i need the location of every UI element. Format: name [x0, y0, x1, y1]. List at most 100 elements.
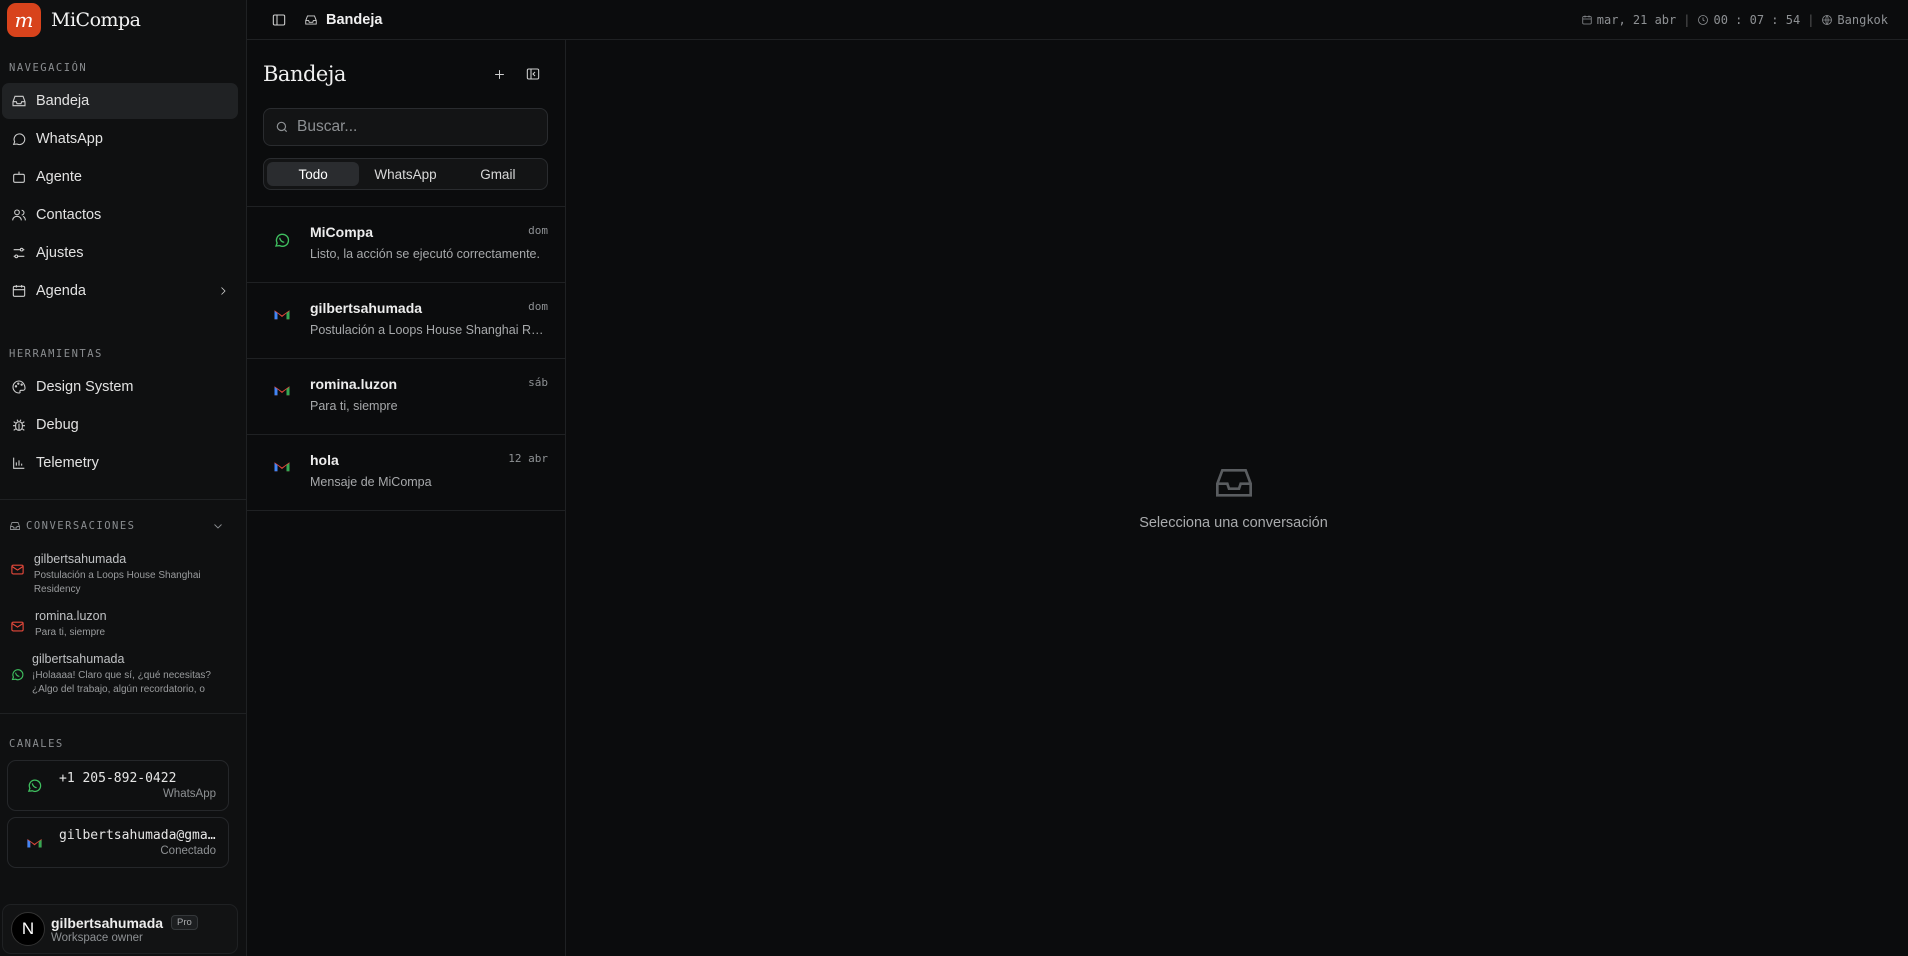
filter-tabs: Todo WhatsApp Gmail — [263, 158, 548, 190]
tab-todo[interactable]: Todo — [267, 162, 360, 186]
breadcrumb: Bandeja — [326, 11, 383, 28]
conversation-name: romina.luzon — [35, 609, 107, 623]
timezone-readout[interactable]: Bangkok — [1837, 13, 1888, 27]
list-header: Bandeja — [247, 40, 565, 108]
tools-section-label: HERRAMIENTAS — [9, 348, 103, 360]
channel-type: WhatsApp — [162, 788, 216, 800]
user-role: Workspace owner — [51, 931, 143, 944]
gmail-icon — [274, 310, 290, 320]
list-item[interactable]: MiCompa Listo, la acción se ejecutó corr… — [247, 207, 565, 283]
inbox-icon — [10, 522, 20, 530]
message-date: 12 abr — [508, 452, 548, 465]
message-sender: MiCompa — [310, 224, 373, 240]
sidebar-item-label: Telemetry — [36, 455, 99, 471]
sliders-icon — [13, 247, 25, 259]
search-box[interactable] — [263, 108, 548, 146]
whatsapp-icon — [27, 779, 42, 793]
chart-icon — [13, 457, 25, 469]
conversation-preview: ¡Holaaaa! Claro que sí, ¿qué necesitas? … — [32, 670, 211, 695]
message-sender: romina.luzon — [310, 376, 398, 392]
message-preview: Listo, la acción se ejecutó correctament… — [310, 247, 540, 261]
sidebar-item-bandeja[interactable]: Bandeja — [2, 83, 238, 119]
list-item[interactable]: romina.luzon Para ti, siempre sáb — [247, 359, 565, 435]
clock-icon — [1698, 14, 1709, 25]
plus-icon[interactable] — [492, 67, 507, 82]
topbar: Bandeja mar, 21 abr | 00 : 07 : 54 | Ban… — [247, 0, 1908, 40]
list-item[interactable]: gilbertsahumada Postulación a Loops Hous… — [247, 283, 565, 359]
globe-icon — [1822, 14, 1833, 25]
gmail-icon — [27, 838, 42, 848]
conversation-item[interactable]: gilbertsahumada Postulación a Loops Hous… — [0, 546, 246, 603]
status-bar: mar, 21 abr | 00 : 07 : 54 | Bangkok — [1581, 13, 1888, 27]
conversations-section-label: CONVERSACIONES — [26, 520, 136, 532]
list-item[interactable]: hola Mensaje de MiCompa 12 abr — [247, 435, 565, 511]
whatsapp-icon — [274, 233, 290, 247]
chevron-right-icon[interactable] — [217, 285, 229, 297]
sidebar-item-design-system[interactable]: Design System — [2, 369, 238, 405]
channel-gmail[interactable]: gilbertsahumada@gma… Conectado — [7, 817, 229, 868]
tab-gmail[interactable]: Gmail — [452, 162, 544, 186]
brand[interactable]: m MiCompa — [0, 0, 246, 40]
brand-name: MiCompa — [51, 9, 141, 31]
sidebar-item-debug[interactable]: Debug — [2, 407, 238, 443]
sidebar: m MiCompa NAVEGACIÓN Bandeja WhatsApp Ag… — [0, 0, 247, 956]
calendar-icon — [1582, 15, 1592, 24]
message-list: MiCompa Listo, la acción se ejecutó corr… — [247, 206, 565, 511]
nav-section-label: NAVEGACIÓN — [9, 62, 88, 74]
sidebar-item-label: Ajustes — [36, 245, 84, 261]
sidebar-item-telemetry[interactable]: Telemetry — [2, 445, 238, 481]
sidebar-item-contactos[interactable]: Contactos — [2, 197, 238, 233]
collapse-panel-icon[interactable] — [525, 66, 541, 82]
logo: m — [7, 3, 41, 37]
gmail-icon — [274, 462, 290, 472]
sidebar-item-label: Agente — [36, 169, 82, 185]
message-date: dom — [528, 224, 548, 237]
conversations-header[interactable]: CONVERSACIONES — [0, 506, 246, 546]
separator: | — [1807, 12, 1815, 27]
mail-icon — [11, 564, 24, 575]
message-date: sáb — [528, 376, 548, 389]
message-preview: Para ti, siempre — [310, 399, 398, 413]
sidebar-item-label: Design System — [36, 379, 134, 395]
tab-whatsapp[interactable]: WhatsApp — [359, 162, 451, 186]
conversation-name: gilbertsahumada — [32, 652, 125, 666]
date-readout: mar, 21 abr — [1596, 12, 1677, 27]
channel-whatsapp[interactable]: +1 205-892-0422 WhatsApp — [7, 760, 229, 811]
avatar: N — [11, 912, 45, 946]
palette-icon — [12, 380, 26, 394]
channels-section-label: CANALES — [9, 738, 64, 750]
bug-icon — [13, 419, 25, 431]
sidebar-item-label: Debug — [36, 417, 79, 433]
mail-icon — [11, 621, 24, 632]
whatsapp-icon — [11, 669, 24, 681]
bot-icon — [13, 171, 25, 183]
empty-state: Selecciona una conversación — [566, 465, 1901, 531]
user-card[interactable]: N gilbertsahumada Pro Workspace owner — [2, 904, 238, 954]
gmail-icon — [274, 386, 290, 396]
conversation-item[interactable]: romina.luzon Para ti, siempre — [0, 603, 246, 646]
message-sender: gilbertsahumada — [310, 300, 423, 316]
search-input[interactable] — [297, 118, 497, 136]
inbox-icon — [305, 14, 317, 25]
sidebar-item-ajustes[interactable]: Ajustes — [2, 235, 238, 271]
sidebar-item-agente[interactable]: Agente — [2, 159, 238, 195]
sidebar-item-label: Contactos — [36, 207, 102, 223]
channel-phone: +1 205-892-0422 — [59, 771, 177, 786]
message-preview: Postulación a Loops House Shanghai Re... — [310, 323, 548, 337]
chevron-down-icon[interactable] — [212, 520, 224, 532]
empty-state-text: Selecciona una conversación — [1139, 515, 1328, 531]
page-title: Bandeja — [263, 62, 346, 86]
channel-email: gilbertsahumada@gma… — [59, 828, 216, 843]
sidebar-item-agenda[interactable]: Agenda — [2, 273, 238, 309]
conversation-item[interactable]: gilbertsahumada ¡Holaaaa! Claro que sí, … — [0, 646, 246, 703]
conversation-list-panel: Bandeja Todo WhatsApp Gmail MiCompa List… — [247, 40, 566, 956]
inbox-icon — [1215, 469, 1252, 497]
search-icon — [276, 121, 288, 133]
conversation-preview: Postulación a Loops House Shanghai Resid… — [33, 570, 201, 595]
sidebar-item-whatsapp[interactable]: WhatsApp — [2, 121, 238, 157]
message-date: dom — [528, 300, 548, 313]
calendar-icon — [12, 285, 26, 297]
sidebar-toggle-icon[interactable] — [271, 12, 287, 28]
inbox-icon — [12, 95, 26, 107]
message-circle-icon — [12, 133, 26, 146]
